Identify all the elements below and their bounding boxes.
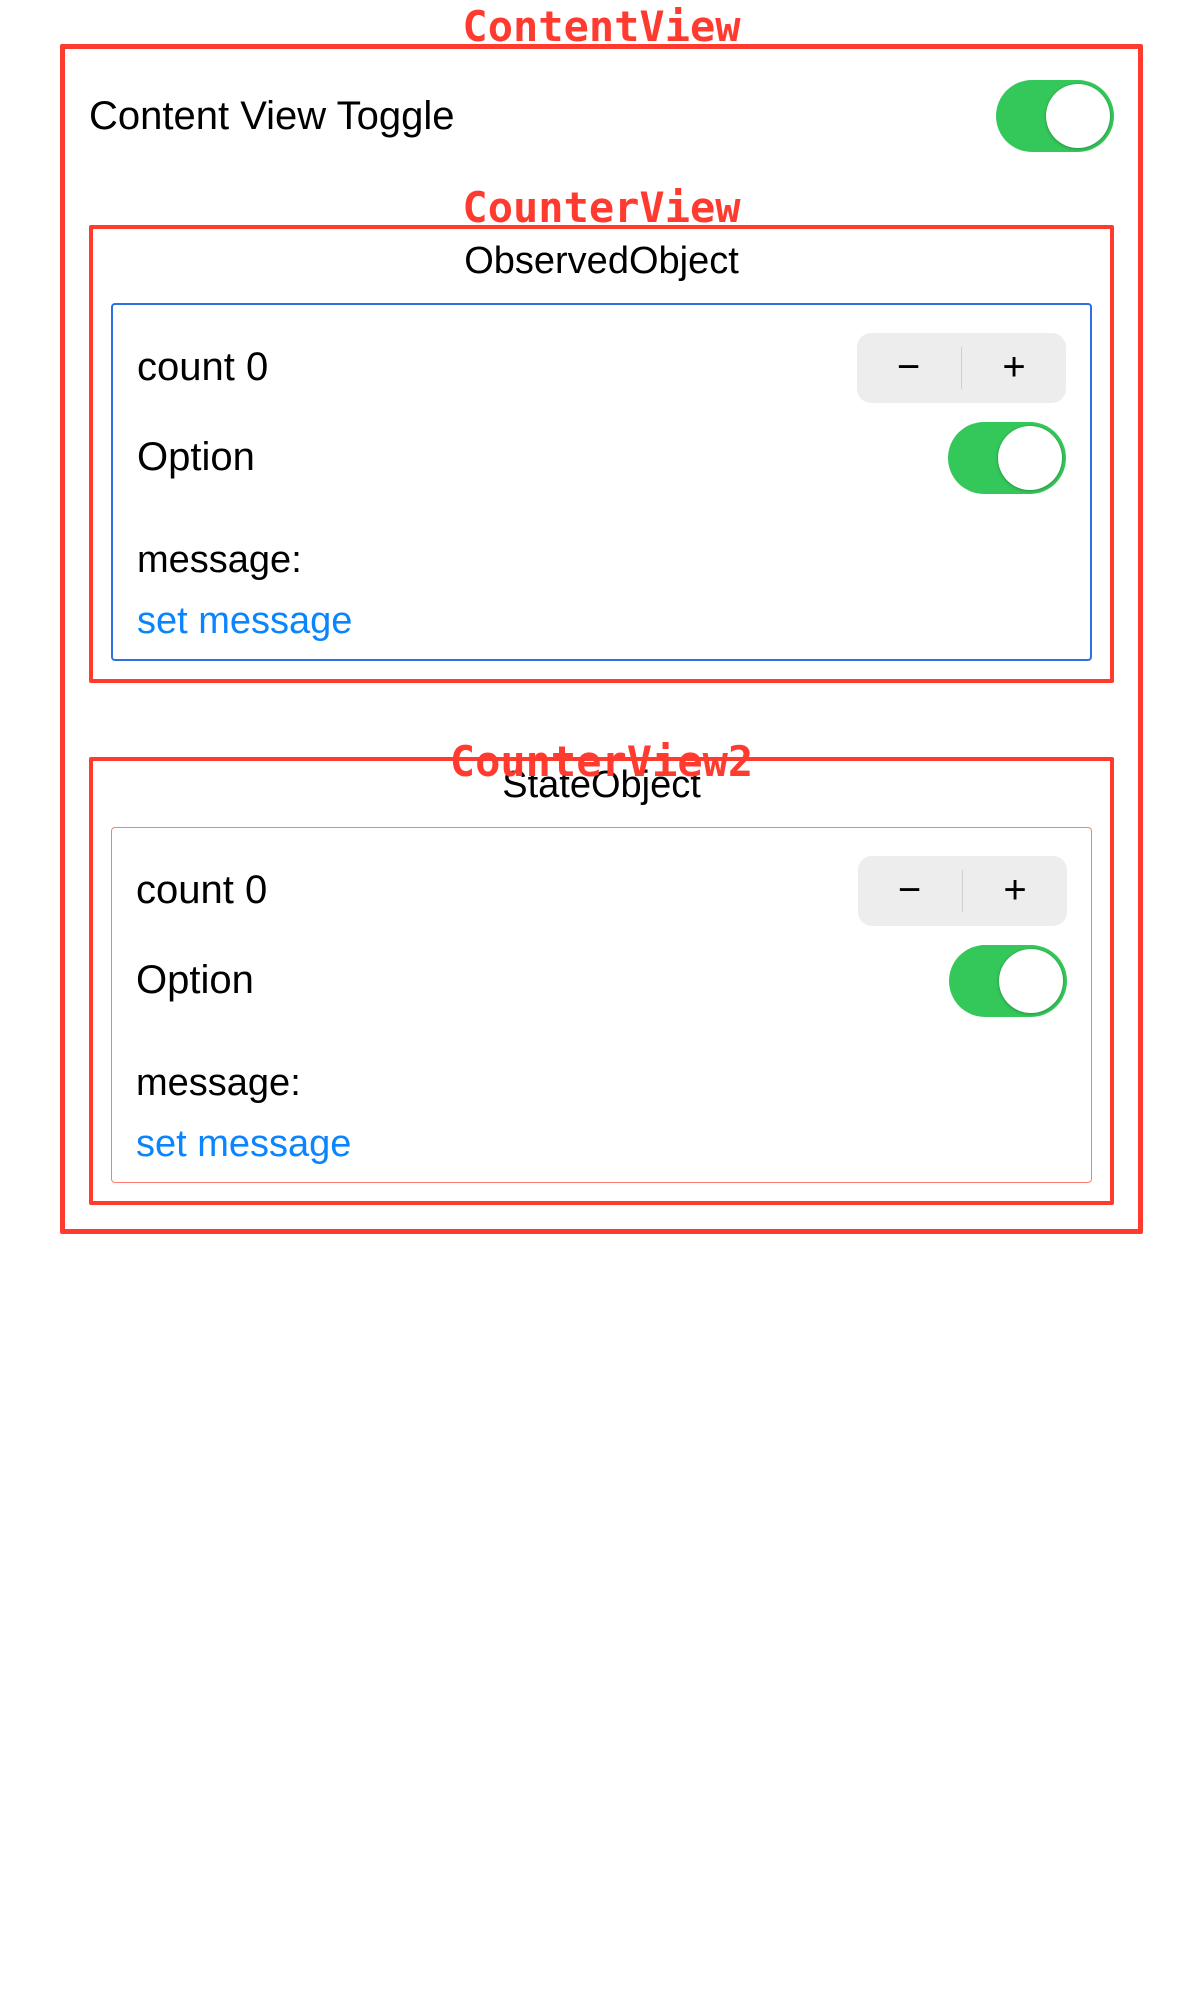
toggle-knob: [1046, 84, 1110, 148]
content-toggle-row: Content View Toggle: [89, 77, 1114, 155]
content-view-frame: Content View Toggle CounterView Observed…: [60, 44, 1143, 1234]
count-row: count 0 − +: [136, 852, 1067, 930]
counter-view-panel: count 0 − + Option me: [111, 303, 1092, 661]
counter-view2-frame: StateObject count 0 − + Option: [89, 757, 1114, 1205]
message-label: message:: [137, 539, 1066, 582]
counter-view2-block: CounterView2 StateObject count 0 − + Opt…: [89, 739, 1114, 1205]
counter-view-frame: ObservedObject count 0 − + Option: [89, 225, 1114, 683]
option-toggle[interactable]: [948, 422, 1066, 494]
toggle-knob: [999, 949, 1063, 1013]
option-row: Option: [137, 419, 1066, 497]
count-row: count 0 − +: [137, 329, 1066, 407]
stage: ContentView Content View Toggle CounterV…: [0, 0, 1203, 2000]
stepper-plus-button[interactable]: +: [963, 856, 1067, 926]
option-label: Option: [136, 958, 254, 1003]
option-row: Option: [136, 942, 1067, 1020]
counter-view-title: ObservedObject: [111, 239, 1092, 285]
spacer: [136, 1020, 1067, 1062]
stepper-minus-button[interactable]: −: [858, 856, 962, 926]
spacer: [137, 497, 1066, 539]
counter-view2-panel: count 0 − + Option me: [111, 827, 1092, 1183]
content-toggle-label: Content View Toggle: [89, 94, 454, 139]
annotation-counter-view: CounterView: [89, 185, 1114, 231]
count-label: count 0: [137, 345, 268, 390]
set-message-button[interactable]: set message: [136, 1123, 351, 1166]
stepper-plus-button[interactable]: +: [962, 333, 1066, 403]
toggle-knob: [998, 426, 1062, 490]
option-toggle[interactable]: [949, 945, 1067, 1017]
stepper-minus-button[interactable]: −: [857, 333, 961, 403]
option-label: Option: [137, 435, 255, 480]
count-stepper: − +: [857, 333, 1067, 403]
count-label: count 0: [136, 868, 267, 913]
content-toggle[interactable]: [996, 80, 1114, 152]
count-stepper: − +: [858, 856, 1068, 926]
counter-view-block: CounterView ObservedObject count 0 − + O…: [89, 185, 1114, 683]
set-message-button[interactable]: set message: [137, 600, 352, 643]
annotation-content-view: ContentView: [0, 4, 1203, 50]
message-label: message:: [136, 1062, 1067, 1105]
annotation-counter-view2: CounterView2: [89, 739, 1114, 785]
